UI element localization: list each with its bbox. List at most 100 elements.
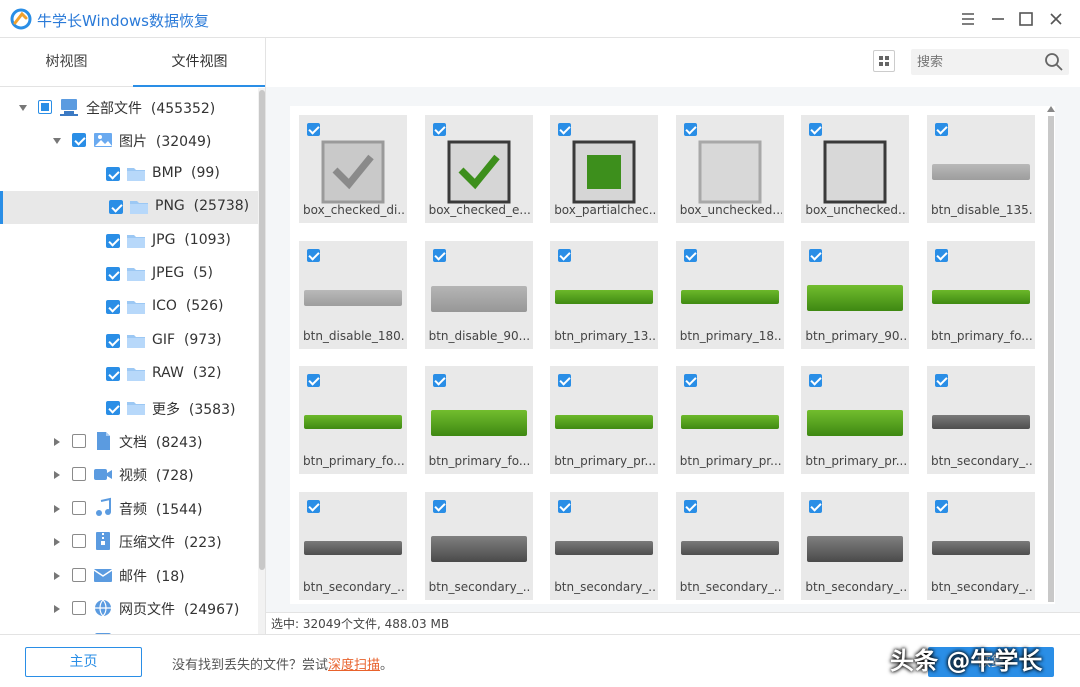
file-thumbnail[interactable]: btn_disable_135... — [927, 115, 1035, 223]
tab-tree-view[interactable]: 树视图 — [0, 38, 133, 87]
file-checkbox[interactable] — [307, 499, 320, 513]
tree-item-1[interactable]: 图片 (32049) — [0, 124, 258, 157]
file-thumbnail[interactable]: btn_secondary_... — [927, 491, 1035, 600]
file-thumbnail[interactable]: btn_primary_13... — [550, 240, 659, 349]
file-checkbox[interactable] — [432, 248, 446, 262]
file-thumbnail[interactable]: btn_primary_18... — [675, 240, 784, 349]
file-thumbnail[interactable]: btn_secondary_... — [299, 491, 407, 600]
file-checkbox[interactable] — [809, 374, 823, 388]
deep-scan-link[interactable]: 深度扫描 — [328, 658, 380, 673]
file-thumbnail[interactable]: btn_primary_fo... — [927, 240, 1035, 349]
expand-arrow-icon[interactable] — [52, 569, 62, 580]
tree-checkbox[interactable] — [106, 166, 120, 181]
tree-item-12[interactable]: 音频 (1544) — [0, 492, 258, 525]
file-checkbox[interactable] — [935, 248, 948, 262]
tree-item-3[interactable]: PNG (25738) — [0, 191, 258, 225]
close-icon[interactable] — [1044, 7, 1068, 31]
file-checkbox[interactable] — [935, 499, 948, 513]
tree-item-6[interactable]: ICO (526) — [0, 291, 258, 324]
tree-item-8[interactable]: RAW (32) — [0, 358, 258, 391]
menu-icon[interactable] — [956, 7, 980, 31]
file-thumbnail[interactable]: btn_disable_180... — [299, 240, 407, 349]
tree-checkbox[interactable] — [38, 100, 52, 114]
file-thumbnail[interactable]: btn_primary_pr... — [550, 366, 659, 475]
tree-checkbox[interactable] — [106, 367, 120, 382]
tree-item-9[interactable]: 更多 (3583) — [0, 392, 258, 425]
tree-item-13[interactable]: 压缩文件 (223) — [0, 525, 258, 558]
file-checkbox[interactable] — [683, 248, 697, 262]
grid-view-button[interactable] — [873, 50, 895, 72]
file-thumbnail[interactable]: box_unchecked... — [801, 115, 910, 223]
expand-arrow-icon[interactable] — [52, 468, 62, 480]
file-thumbnail[interactable]: btn_primary_fo... — [299, 366, 407, 475]
tree-checkbox[interactable] — [106, 267, 120, 281]
tree-checkbox[interactable] — [72, 467, 86, 482]
file-checkbox[interactable] — [683, 499, 697, 513]
search-icon[interactable] — [1044, 52, 1064, 72]
file-checkbox[interactable] — [809, 248, 823, 262]
tree-item-4[interactable]: JPG (1093) — [0, 225, 258, 258]
tree-checkbox[interactable] — [72, 133, 86, 148]
file-checkbox[interactable] — [307, 248, 320, 262]
tree-item-11[interactable]: 视频 (728) — [0, 458, 258, 491]
file-thumbnail[interactable]: box_partialchec... — [550, 115, 659, 223]
file-thumbnail[interactable]: box_unchecked... — [675, 115, 784, 223]
file-thumbnail[interactable]: btn_primary_fo... — [424, 366, 533, 475]
collapse-arrow-icon[interactable] — [52, 134, 62, 145]
file-checkbox[interactable] — [307, 123, 320, 136]
file-checkbox[interactable] — [683, 374, 697, 388]
file-thumbnail[interactable]: btn_secondary_... — [675, 491, 784, 600]
file-checkbox[interactable] — [558, 123, 572, 136]
file-checkbox[interactable] — [558, 374, 572, 388]
tree-item-5[interactable]: JPEG (5) — [0, 258, 258, 291]
tree-checkbox[interactable] — [72, 534, 86, 549]
file-checkbox[interactable] — [432, 374, 446, 388]
search-input[interactable] — [917, 52, 1037, 72]
file-thumbnail[interactable]: btn_secondary_... — [801, 491, 910, 600]
tree-checkbox[interactable] — [72, 500, 86, 515]
tree-item-7[interactable]: GIF (973) — [0, 325, 258, 358]
grid-scrollbar[interactable] — [1046, 104, 1056, 604]
tree-scrollbar[interactable] — [258, 88, 265, 634]
file-thumbnail[interactable]: btn_secondary_... — [424, 491, 533, 600]
file-checkbox[interactable] — [558, 499, 572, 513]
file-checkbox[interactable] — [935, 123, 948, 136]
expand-arrow-icon[interactable] — [52, 435, 62, 446]
file-checkbox[interactable] — [809, 499, 823, 513]
collapse-arrow-icon[interactable] — [18, 101, 28, 111]
file-checkbox[interactable] — [683, 123, 697, 136]
tree-checkbox[interactable] — [106, 400, 120, 415]
file-checkbox[interactable] — [558, 248, 572, 262]
tree-checkbox[interactable] — [106, 333, 120, 348]
tree-checkbox[interactable] — [72, 601, 86, 615]
tree-checkbox[interactable] — [72, 567, 86, 582]
file-thumbnail[interactable]: btn_secondary_... — [550, 491, 659, 600]
tree-item-15[interactable]: 网页文件 (24967) — [0, 592, 258, 625]
file-thumbnail[interactable]: box_checked_e... — [424, 115, 533, 223]
tree-scrollbar-thumb[interactable] — [259, 90, 265, 570]
file-thumbnail[interactable]: btn_primary_90.... — [801, 240, 910, 349]
file-checkbox[interactable] — [935, 374, 948, 388]
expand-arrow-icon[interactable] — [52, 535, 62, 547]
tree-checkbox[interactable] — [106, 300, 120, 315]
tree-checkbox[interactable] — [72, 434, 86, 448]
file-thumbnail[interactable]: btn_secondary_... — [927, 366, 1035, 475]
tab-file-view[interactable]: 文件视图 — [133, 38, 265, 87]
file-thumbnail[interactable]: btn_primary_pr... — [675, 366, 784, 475]
expand-arrow-icon[interactable] — [52, 602, 62, 613]
tree-item-14[interactable]: 邮件 (18) — [0, 559, 258, 592]
scroll-up-arrow-icon[interactable] — [1047, 106, 1055, 112]
file-checkbox[interactable] — [307, 374, 320, 388]
home-button[interactable]: 主页 — [25, 647, 142, 677]
grid-scrollbar-thumb[interactable] — [1048, 116, 1054, 602]
file-thumbnail[interactable]: box_checked_di... — [299, 115, 407, 223]
file-checkbox[interactable] — [432, 499, 446, 513]
file-checkbox[interactable] — [809, 123, 823, 136]
file-checkbox[interactable] — [432, 123, 446, 136]
maximize-icon[interactable] — [1014, 7, 1038, 31]
tree-item-2[interactable]: BMP (99) — [0, 158, 258, 191]
file-thumbnail[interactable]: btn_primary_pr... — [801, 366, 910, 475]
tree-checkbox[interactable] — [106, 233, 120, 248]
expand-arrow-icon[interactable] — [52, 502, 62, 513]
tree-checkbox[interactable] — [109, 200, 123, 215]
